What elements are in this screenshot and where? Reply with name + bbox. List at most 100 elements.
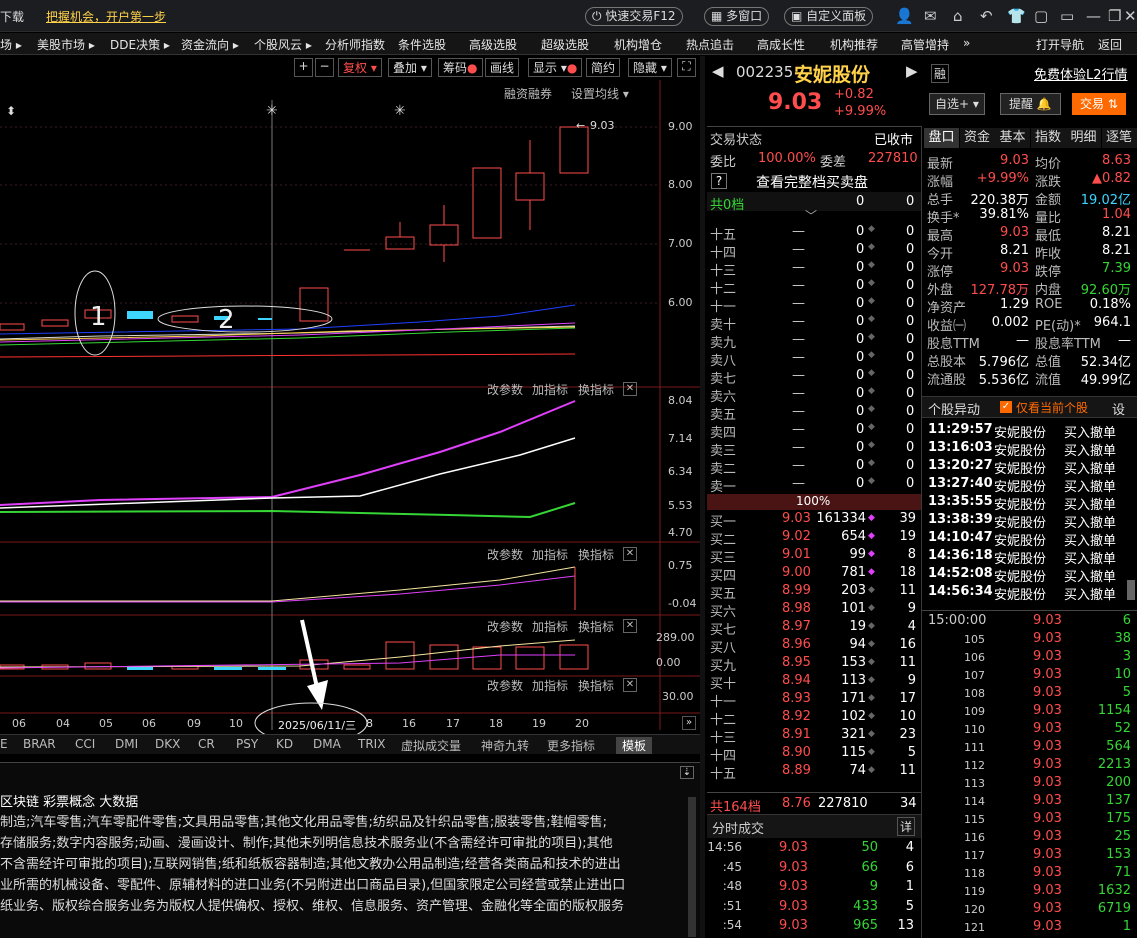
chouma-button[interactable]: 筹码● [438,58,483,77]
close-indicator-icon[interactable]: ✕ [623,619,637,633]
close-indicator-icon[interactable]: ✕ [623,547,637,561]
custom-panel-button[interactable]: ▣ 自定义面板 [784,7,874,26]
indicator-add-button[interactable]: 加指标 [532,381,568,398]
yidong-stock[interactable]: 安妮股份 [994,548,1046,567]
fuquan-button[interactable]: 复权 ▾ [338,58,382,77]
quick-trade-button[interactable]: ⏻ 快速交易F12 [585,7,683,26]
mail-icon[interactable]: ✉ [924,7,937,25]
prev-stock-icon[interactable]: ◀ [712,62,724,80]
indicator-switch-button[interactable]: 换指标 [578,546,614,563]
l2-trial-link[interactable]: 免费体验L2行情 [1034,64,1128,83]
indicator-param-button[interactable]: 改参数 [487,546,523,563]
yincang-button[interactable]: 隐藏 ▾ [628,58,672,77]
restore-icon[interactable]: ❐ [1108,7,1121,25]
yidong-settings-button[interactable]: 设 [1112,399,1125,418]
indicator-tab[interactable]: CCI [75,737,95,751]
alert-button[interactable]: 提醒 🔔 [1000,93,1061,115]
quote-tab[interactable]: 资金 [959,128,995,148]
multi-window-button[interactable]: ▦ 多窗口 [704,7,770,26]
indicator-tab[interactable]: TRIX [358,737,385,751]
full-book-link[interactable]: 查看完整档买卖盘 [756,172,868,192]
indicator-param-button[interactable]: 改参数 [487,618,523,635]
yidong-stock[interactable]: 安妮股份 [994,530,1046,549]
jianyue-button[interactable]: 简约 [586,58,621,77]
yidong-scrollbar[interactable] [1127,580,1135,600]
diejia-button[interactable]: 叠加 ▾ [388,58,432,77]
add-watchlist-button[interactable]: 自选+ ▾ [929,93,985,115]
user-icon[interactable]: 👤 [895,7,914,25]
menu-item[interactable]: 热点追击 [686,36,734,53]
indicator-tab[interactable]: KD [276,737,293,751]
window-icon[interactable]: ▭ [1060,7,1074,25]
indicator-tab[interactable]: PSY [236,737,258,751]
menu-item[interactable]: 资金流向 ▸ [181,36,239,53]
indicator-param-button[interactable]: 改参数 [487,677,523,694]
menu-item[interactable]: 打开导航 [1036,36,1084,53]
indicator-add-button[interactable]: 加指标 [532,546,568,563]
menu-item[interactable]: 高管增持 [901,36,949,53]
info-scrollbar[interactable] [688,797,696,937]
collapse-icon[interactable]: ﹀ [805,207,817,224]
promo-link[interactable]: 把握机会，开户第一步 [46,8,166,25]
zoom-in-button[interactable]: + [294,58,313,77]
menu-item[interactable]: 条件选股 [398,36,446,53]
yidong-stock[interactable]: 安妮股份 [994,476,1046,495]
download-label[interactable]: 下载 [0,8,24,25]
yidong-stock[interactable]: 安妮股份 [994,494,1046,513]
yidong-stock[interactable]: 安妮股份 [994,512,1046,531]
yidong-stock[interactable]: 安妮股份 [994,422,1046,441]
yidong-stock[interactable]: 安妮股份 [994,566,1046,585]
indicator-tab[interactable]: E [0,737,8,751]
trade-button[interactable]: 交易 ⇅ [1072,93,1126,115]
back-icon[interactable]: ↶ [980,7,993,25]
rongzi-button[interactable]: 融资融券 [504,85,552,102]
menu-item[interactable]: 个股风云 ▸ [254,36,312,53]
quote-tab[interactable]: 盘口 [924,128,959,148]
menu-item[interactable]: 高级选股 [469,36,517,53]
indicator-tab[interactable]: DMA [313,737,341,751]
indicator-tab[interactable]: 虚拟成交量 [401,737,461,754]
help-icon[interactable]: ? [711,173,727,189]
indicator-tab[interactable]: 更多指标 [547,737,595,754]
kline-chart[interactable]: 1 2 ⬍ ✳ ✳ ← 9.03 [0,80,700,752]
menu-item[interactable]: 机构增仓 [614,36,662,53]
menu-item[interactable]: 美股市场 ▸ [37,36,95,53]
menu-item[interactable]: 分析师指数 [325,36,385,53]
huaxian-button[interactable]: 画线 [485,58,520,77]
shirt-icon[interactable]: 👕 [1007,7,1026,25]
close-icon[interactable]: ✕ [1124,7,1137,25]
indicator-switch-button[interactable]: 换指标 [578,618,614,635]
quote-tab[interactable]: 基本 [995,128,1030,148]
only-current-checkbox[interactable]: ✓ [1000,401,1012,413]
home-icon[interactable]: ⌂ [953,7,963,25]
quote-tab[interactable]: 逐笔 [1101,128,1137,148]
menu-item[interactable]: DDE决策 ▸ [110,36,170,53]
ticks-detail-button[interactable]: 详 [897,817,916,836]
indicator-tab[interactable]: DKX [155,737,180,751]
scroll-right-icon[interactable]: » [682,716,696,730]
fullscreen-icon[interactable]: ⛶ [677,58,696,77]
menu-item[interactable]: » [963,36,970,50]
indicator-tab[interactable]: BRAR [23,737,56,751]
only-current-label[interactable]: 仅看当前个股 [1016,399,1088,416]
box-icon[interactable]: ▢ [1034,7,1048,25]
menu-item[interactable]: 返回 [1098,36,1122,53]
menu-item[interactable]: 场 ▸ [0,36,22,53]
close-indicator-icon[interactable]: ✕ [623,382,637,396]
indicator-switch-button[interactable]: 换指标 [578,677,614,694]
menu-item[interactable]: 机构推荐 [830,36,878,53]
xianshi-button[interactable]: 显示 ▾● [528,58,583,77]
menu-item[interactable]: 高成长性 [757,36,805,53]
info-toggle-icon[interactable]: ⇣ [680,766,694,779]
yidong-stock[interactable]: 安妮股份 [994,440,1046,459]
indicator-add-button[interactable]: 加指标 [532,677,568,694]
indicator-tab[interactable]: CR [198,737,215,751]
next-stock-icon[interactable]: ▶ [906,62,918,80]
indicator-add-button[interactable]: 加指标 [532,618,568,635]
minimize-icon[interactable]: — [1086,7,1101,25]
avg-setting-button[interactable]: 设置均线 ▾ [571,85,629,102]
quote-tab[interactable]: 指数 [1030,128,1066,148]
menu-item[interactable]: 超级选股 [541,36,589,53]
yidong-stock[interactable]: 安妮股份 [994,458,1046,477]
quote-tab[interactable]: 明细 [1066,128,1101,148]
